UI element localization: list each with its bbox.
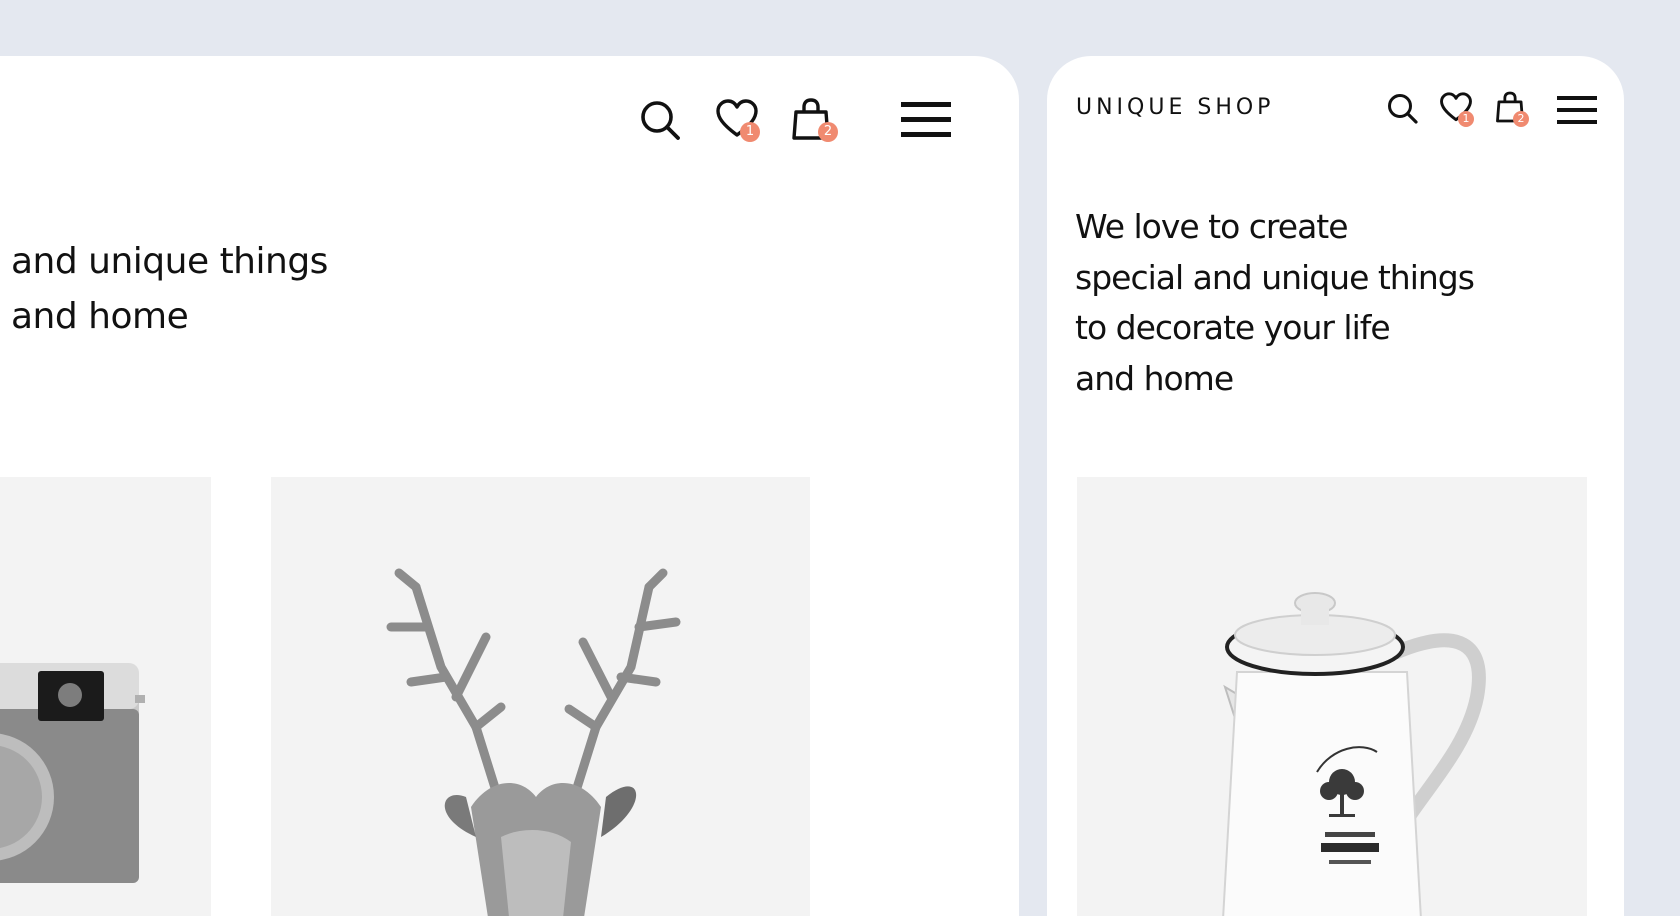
product-tile-camera[interactable] bbox=[0, 477, 211, 916]
camera-product-image bbox=[0, 663, 145, 883]
search-icon[interactable] bbox=[640, 100, 682, 142]
hero-tagline: We love to create special and unique thi… bbox=[1075, 202, 1475, 404]
hero-line: We love to create bbox=[1075, 207, 1349, 246]
mobile-preview-card: UNIQUE SHOP 1 2 We love to create specia… bbox=[1047, 56, 1624, 916]
hero-line: and unique things bbox=[11, 241, 328, 282]
hamburger-menu-icon[interactable] bbox=[1557, 96, 1597, 124]
hamburger-menu-icon[interactable] bbox=[901, 102, 951, 138]
coffee-pot-product-image bbox=[1222, 592, 1486, 916]
wishlist-count-badge: 1 bbox=[740, 122, 760, 142]
product-tile-coffee-pot[interactable] bbox=[1077, 477, 1587, 916]
desktop-preview-card: 1 2 and unique things and home bbox=[0, 56, 1019, 916]
brand-logo[interactable]: UNIQUE SHOP bbox=[1076, 95, 1274, 120]
product-tile-deer-head[interactable] bbox=[271, 477, 810, 916]
hero-line: to decorate your life bbox=[1075, 308, 1391, 347]
wishlist-count-badge: 1 bbox=[1458, 111, 1474, 127]
hero-tagline: and unique things and home bbox=[11, 234, 328, 344]
hero-line: and home bbox=[1075, 358, 1234, 398]
hero-line: and home bbox=[11, 296, 189, 337]
cart-count-badge: 2 bbox=[1513, 111, 1529, 127]
search-icon[interactable] bbox=[1387, 93, 1419, 125]
deer-head-product-image bbox=[386, 568, 681, 916]
hero-line: special and unique things bbox=[1075, 257, 1475, 297]
cart-count-badge: 2 bbox=[818, 122, 838, 142]
